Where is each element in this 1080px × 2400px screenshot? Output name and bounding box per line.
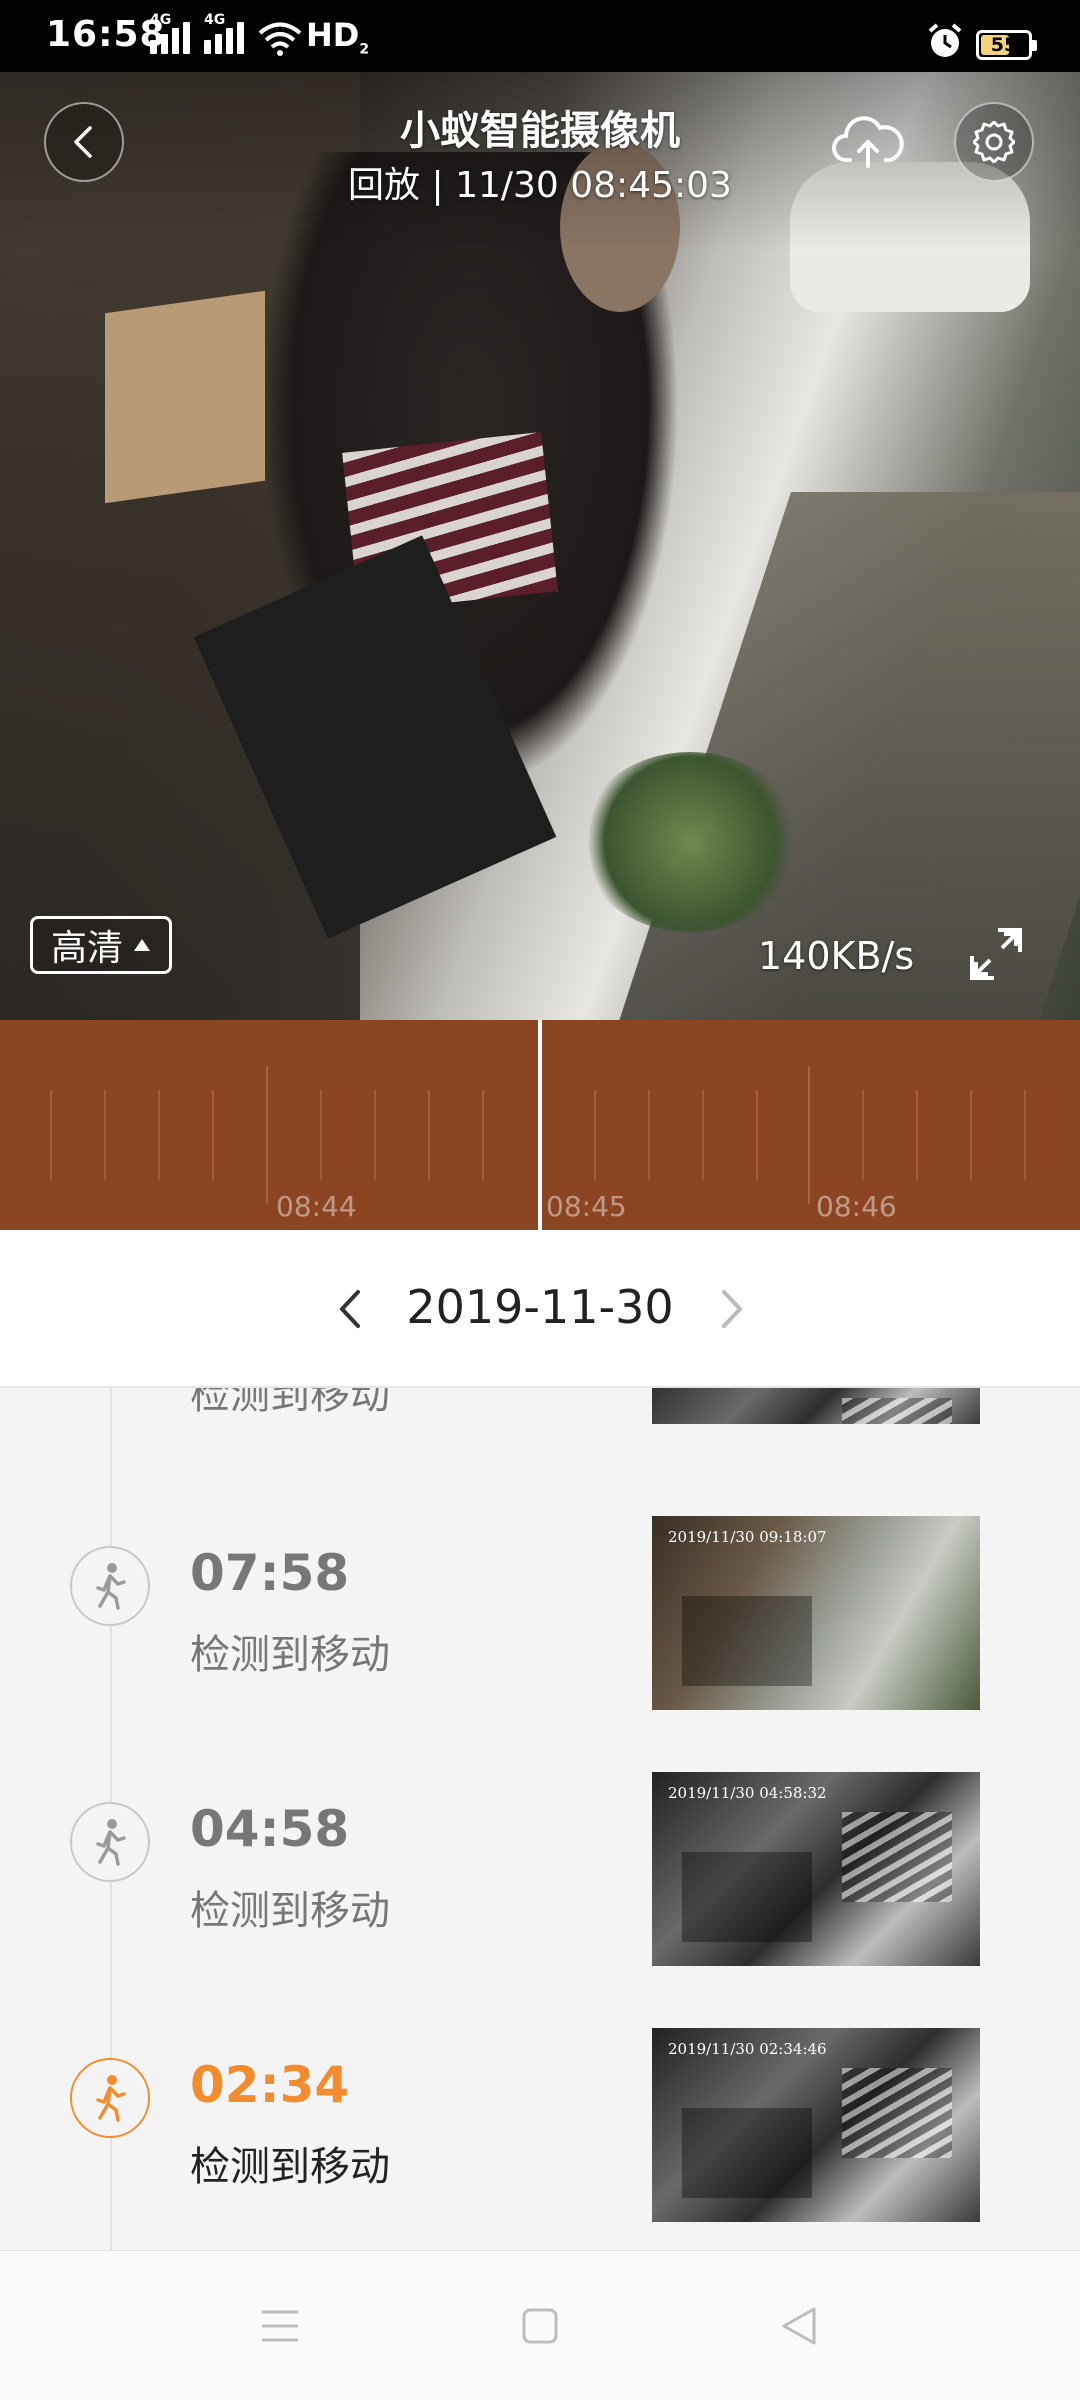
page-title: 小蚁智能摄像机	[400, 108, 680, 154]
motion-icon	[70, 2058, 150, 2138]
timeline-cursor[interactable]	[538, 1020, 542, 1230]
event-time: 07:58	[190, 1544, 350, 1602]
quality-selector[interactable]: 高清	[30, 916, 173, 974]
triangle-up-icon	[134, 939, 151, 951]
list-item[interactable]: 02:34 检测到移动 2019/11/30 02:34:46	[0, 2028, 1080, 2250]
bitrate-readout: 140KB/s	[758, 934, 915, 978]
signal-icon: 4G	[150, 12, 190, 54]
list-item[interactable]: 07:58 检测到移动 2019/11/30 09:18:07	[0, 1516, 1080, 1746]
list-item[interactable]: 04:58 检测到移动 2019/11/30 04:58:32	[0, 1772, 1080, 2002]
event-thumbnail[interactable]: 2019/11/30 02:34:46	[652, 2028, 980, 2222]
settings-button[interactable]	[954, 102, 1034, 182]
event-time: 02:34	[190, 2056, 350, 2114]
current-date: 2019-11-30	[406, 1280, 674, 1334]
status-bar: 16:58 4G 4G HD2 55	[0, 0, 1080, 72]
exit-fullscreen-icon[interactable]	[964, 922, 1028, 986]
event-description: 检测到移动	[190, 1388, 390, 1418]
alarm-icon	[928, 23, 962, 57]
motion-icon	[70, 1546, 150, 1626]
timeline-label: 08:45	[546, 1190, 627, 1223]
event-thumbnail[interactable]: 2019/11/30 04:58:32	[652, 1772, 980, 1966]
playback-timeline[interactable]: 08:44 08:45 08:46	[0, 1020, 1080, 1230]
event-description: 检测到移动	[190, 2144, 390, 2190]
gear-icon	[973, 121, 1015, 163]
menu-icon	[262, 2310, 298, 2342]
thumbnail-timestamp: 2019/11/30 02:34:46	[668, 2040, 827, 2058]
event-description: 检测到移动	[190, 1632, 390, 1678]
playback-timestamp: 回放 | 11/30 08:45:03	[348, 165, 732, 206]
timeline-label: 08:46	[816, 1190, 897, 1223]
next-day-button[interactable]	[712, 1284, 752, 1334]
status-time: 16:58	[46, 14, 166, 55]
event-thumbnail[interactable]: 2019/11/30 09:18:07	[652, 1516, 980, 1710]
quality-label: 高清	[51, 928, 124, 969]
thumbnail-timestamp: 2019/11/30 09:18:07	[668, 1528, 827, 1546]
back-nav-button[interactable]	[768, 2301, 828, 2351]
event-description: 检测到移动	[190, 1888, 390, 1934]
event-thumbnail[interactable]	[652, 1388, 980, 1424]
system-nav-bar	[0, 2250, 1080, 2400]
square-icon	[522, 2308, 558, 2344]
video-player[interactable]: 小蚁智能摄像机 回放 | 11/30 08:45:03 高清 140KB/s	[0, 72, 1080, 1020]
signal-icon: 4G	[204, 12, 244, 54]
wifi-icon	[258, 22, 302, 56]
thumbnail-timestamp: 2019/11/30 04:58:32	[668, 1784, 827, 1802]
timeline-label: 08:44	[276, 1190, 357, 1223]
home-button[interactable]	[510, 2301, 570, 2351]
battery-icon: 55	[976, 30, 1037, 60]
menu-button[interactable]	[250, 2301, 310, 2351]
battery-level: 55	[990, 34, 1018, 56]
event-list[interactable]: 检测到移动 07:58 检测到移动 2019/11/30 09:18:07 04…	[0, 1388, 1080, 2250]
triangle-back-icon	[782, 2307, 816, 2345]
cloud-upload-icon[interactable]	[832, 114, 904, 172]
hd-indicator: HD2	[306, 16, 370, 58]
motion-icon	[70, 1802, 150, 1882]
date-navigator: 2019-11-30	[0, 1230, 1080, 1388]
event-time: 04:58	[190, 1800, 350, 1858]
list-item[interactable]: 检测到移动	[0, 1388, 1080, 1498]
